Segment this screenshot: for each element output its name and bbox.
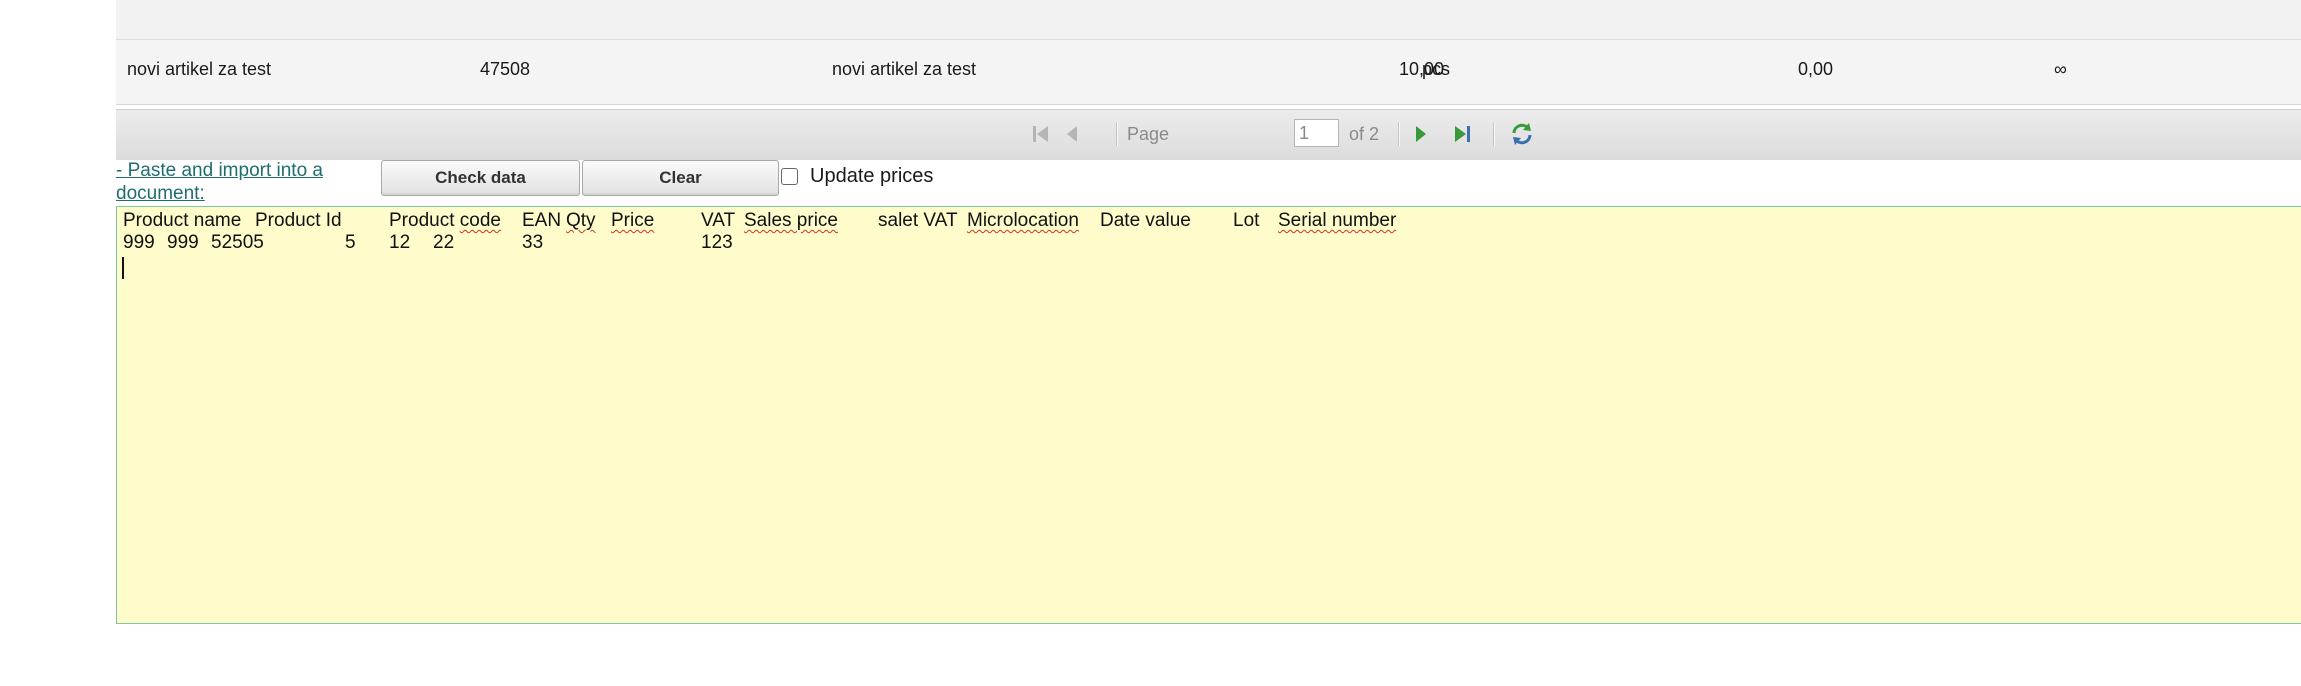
textarea-header-vat: VAT (701, 210, 736, 231)
page-count-label: of 2 (1349, 124, 1380, 144)
textarea-value: 999 (123, 232, 155, 253)
textarea-value: 5 (345, 232, 356, 253)
grid-row-partial (116, 0, 2301, 40)
paste-import-link[interactable]: - Paste and import into a document: (116, 159, 366, 205)
clear-button[interactable]: Clear (582, 160, 779, 196)
cell-stock: ∞ (2054, 59, 2067, 79)
previous-page-icon[interactable] (1061, 122, 1085, 146)
pagination-toolbar: Page of 2 (116, 109, 2301, 160)
textarea-header-ean: EAN (522, 210, 562, 231)
textarea-header-price: Price (611, 210, 655, 231)
textarea-value: 12 (389, 232, 411, 253)
toolbar-separator (1493, 122, 1495, 146)
cell-product-name: novi artikel za test (127, 59, 272, 79)
page-label: Page (1127, 124, 1170, 144)
first-page-icon[interactable] (1029, 122, 1053, 146)
textarea-header-product-code: Product code (389, 210, 501, 232)
cell-product-code: novi artikel za test (832, 59, 977, 79)
text-caret (122, 257, 124, 279)
refresh-icon[interactable] (1508, 120, 1536, 148)
textarea-header-product-name: Product name (123, 210, 242, 231)
check-data-button[interactable]: Check data (381, 160, 580, 196)
textarea-header-qty: Qty (566, 210, 596, 231)
textarea-header-product-id: Product Id (255, 210, 342, 231)
table-row[interactable]: novi artikel za test 47508 novi artikel … (116, 40, 2301, 105)
cell-unit: pcs (1422, 59, 1451, 79)
textarea-value: 22 (433, 232, 455, 253)
textarea-value: 52505 (211, 232, 264, 253)
next-page-icon[interactable] (1408, 122, 1432, 146)
cell-product-id: 47508 (480, 59, 531, 79)
textarea-header-date-value: Date value (1100, 210, 1191, 231)
last-page-icon[interactable] (1450, 122, 1474, 146)
page-number-input[interactable] (1294, 119, 1339, 147)
textarea-value: 123 (701, 232, 733, 253)
textarea-header-salet-vat: salet VAT (878, 210, 958, 231)
textarea-header-serial-number: Serial number (1278, 210, 1397, 231)
textarea-header-sales-price: Sales price (744, 210, 838, 231)
textarea-header-lot: Lot (1233, 210, 1260, 231)
textarea-value: 33 (522, 232, 544, 253)
update-prices-checkbox[interactable] (781, 168, 798, 185)
paste-textarea[interactable]: Product name Product Id Product code EAN… (116, 206, 2301, 624)
update-prices-label: Update prices (810, 165, 934, 187)
toolbar-separator (1116, 122, 1118, 146)
textarea-header-microlocation: Microlocation (967, 210, 1079, 231)
cell-price: 0,00 (1798, 59, 1834, 79)
toolbar-separator (1398, 122, 1400, 146)
header-product-code-word: code (459, 210, 501, 231)
header-product-code-text: Product code (389, 210, 501, 231)
textarea-value: 999 (167, 232, 199, 253)
